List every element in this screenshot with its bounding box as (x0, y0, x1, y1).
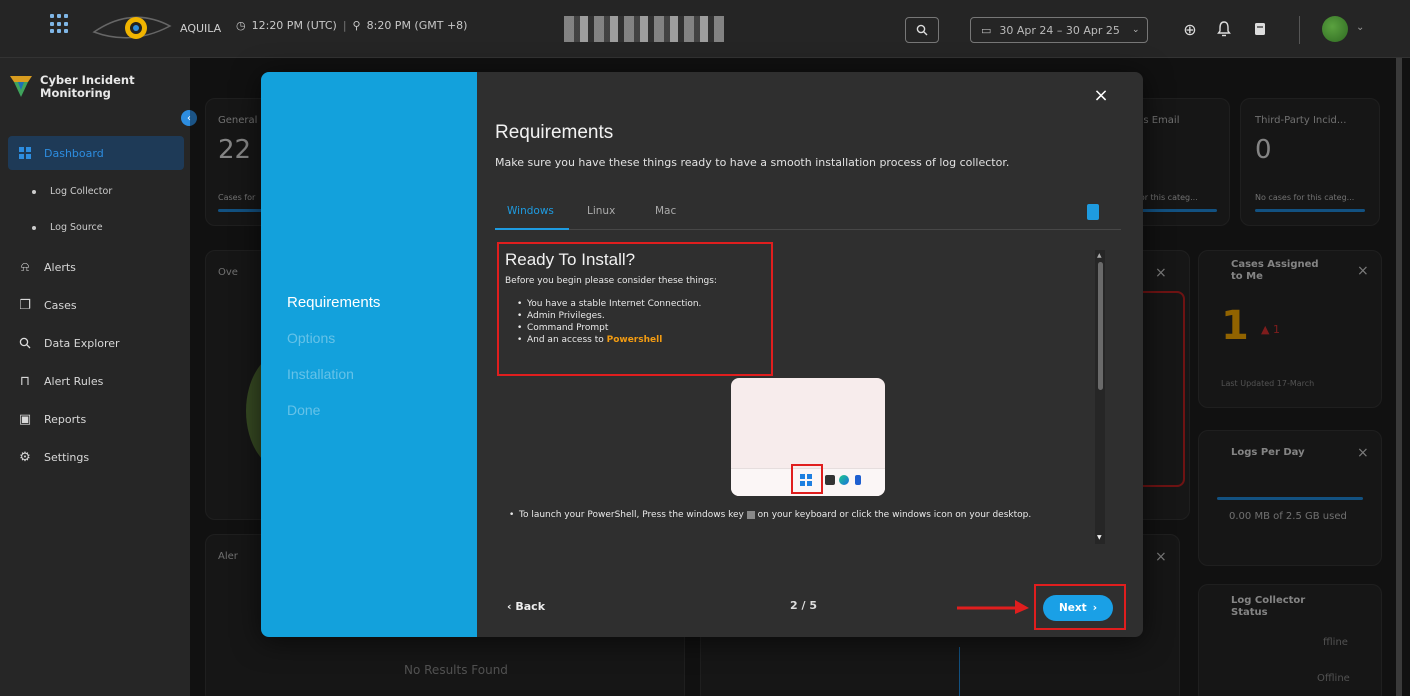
settings-icon: ⚙ (19, 449, 31, 465)
cases-icon: ❐ (19, 297, 31, 313)
tab-mac[interactable]: Mac (655, 205, 676, 217)
notification-bell-icon[interactable] (1214, 19, 1234, 39)
sidebar-item-label: Alerts (44, 260, 76, 274)
next-label: Next (1058, 602, 1087, 614)
wizard-steps-panel: Requirements Options Installation Done (261, 72, 477, 637)
top-bar: AQUILA ◷ 12:20 PM (UTC) | ⚲ 8:20 PM (GMT… (0, 0, 1410, 58)
ready-lead: Before you begin please consider these t… (505, 276, 717, 286)
utc-time: 12:20 PM (UTC) (251, 19, 337, 32)
clock-icon: ◷ (236, 19, 246, 32)
chevron-down-icon: ⌄ (1131, 25, 1140, 35)
location-icon: ⚲ (352, 19, 361, 32)
page-scrollbar[interactable] (1396, 58, 1402, 696)
red-arrow-annotation (957, 600, 1029, 614)
sidebar-item-label: Data Explorer (44, 336, 120, 350)
step-pager: 2 / 5 (790, 599, 817, 612)
sidebar-item-label: Cases (44, 298, 77, 312)
edge-browser-icon (839, 475, 849, 485)
active-tab-indicator (495, 228, 569, 230)
tab-windows[interactable]: Windows (507, 205, 554, 217)
sidebar: Cyber Incident Monitoring ‹ Dashboard Lo… (0, 58, 197, 696)
docs-book-icon[interactable] (1087, 204, 1099, 220)
access-prefix: And an access to (527, 335, 607, 345)
calendar-icon: ▭ (981, 23, 992, 37)
launch-text-part1: To launch your PowerShell, Press the win… (519, 510, 744, 520)
user-avatar[interactable] (1322, 16, 1348, 42)
step-requirements: Requirements (287, 294, 381, 311)
content-scrollbar[interactable]: ▲ ▼ (1095, 250, 1105, 544)
globe-icon[interactable]: ⊕ (1180, 19, 1200, 39)
next-button[interactable]: Next › (1043, 595, 1113, 621)
sidebar-item-label: Settings (44, 450, 90, 464)
installation-wizard-modal: Requirements Options Installation Done ×… (261, 72, 1143, 637)
chevron-down-icon[interactable]: ⌄ (1356, 22, 1364, 33)
tab-linux[interactable]: Linux (587, 205, 615, 217)
modal-subtitle: Make sure you have these things ready to… (495, 156, 1010, 169)
sidebar-item-reports[interactable]: ▣ Reports (8, 402, 184, 436)
list-item: And an access to Powershell (517, 334, 765, 346)
search-icon (916, 24, 928, 36)
dashboard-icon (18, 146, 32, 160)
scroll-down-icon[interactable]: ▼ (1097, 534, 1102, 541)
list-item: You have a stable Internet Connection. (517, 298, 765, 310)
date-range-picker[interactable]: ▭ 30 Apr 24 – 30 Apr 25 ⌄ (970, 17, 1148, 43)
report-icon: ▣ (18, 411, 32, 427)
blurred-org-name (564, 16, 724, 42)
sidebar-item-label: Log Source (50, 222, 103, 233)
eye-logo-icon (92, 16, 172, 39)
windows-start-icon (800, 474, 812, 486)
launch-text-part2: on your keyboard or click the windows ic… (757, 510, 1032, 520)
requirements-content: Ready To Install? Before you begin pleas… (495, 242, 1103, 544)
os-tabs: Windows Linux Mac (495, 200, 1121, 230)
back-label: Back (515, 600, 546, 613)
divider (1299, 16, 1300, 44)
wizard-content-panel: × Requirements Make sure you have these … (477, 72, 1143, 637)
rules-icon: ⊓ (19, 373, 31, 389)
app-logo-icon (10, 76, 32, 97)
app-title-line2: Monitoring (40, 86, 111, 100)
app-title: Cyber Incident Monitoring (40, 74, 135, 100)
bell-icon: ⍾ (20, 259, 30, 275)
step-options: Options (287, 330, 336, 346)
back-button[interactable]: ‹ Back (507, 600, 545, 613)
windows-key-icon (746, 510, 755, 519)
file-explorer-icon (825, 475, 835, 485)
sidebar-item-log-source[interactable]: Log Source (32, 222, 103, 233)
search-icon (18, 336, 32, 350)
local-time: 8:20 PM (GMT +8) (366, 19, 468, 32)
sidebar-item-log-collector[interactable]: Log Collector (32, 186, 112, 197)
search-button[interactable] (905, 17, 939, 43)
book-icon[interactable] (1250, 19, 1270, 39)
ready-to-install-section: Ready To Install? Before you begin pleas… (497, 242, 773, 376)
sidebar-item-label: Log Collector (50, 186, 113, 197)
brand-name: AQUILA (180, 22, 222, 35)
sidebar-item-label: Dashboard (44, 146, 104, 160)
sidebar-item-alerts[interactable]: ⍾ Alerts (8, 250, 184, 284)
sidebar-item-cases[interactable]: ❐ Cases (8, 288, 184, 322)
app-icon (855, 475, 861, 485)
scroll-thumb[interactable] (1098, 262, 1103, 390)
time-display: ◷ 12:20 PM (UTC) | ⚲ 8:20 PM (GMT +8) (236, 19, 468, 32)
sidebar-item-settings[interactable]: ⚙ Settings (8, 440, 184, 474)
step-done: Done (287, 402, 321, 418)
windows-taskbar-screenshot (731, 378, 885, 496)
date-range-value: 30 Apr 24 – 30 Apr 25 (999, 23, 1120, 37)
close-icon[interactable]: × (1091, 86, 1111, 106)
modal-title: Requirements (495, 122, 614, 143)
step-installation: Installation (287, 366, 354, 382)
powershell-link[interactable]: Powershell (607, 335, 663, 345)
sidebar-item-data-explorer[interactable]: Data Explorer (8, 326, 184, 360)
sidebar-item-label: Reports (44, 412, 87, 426)
requirements-list: You have a stable Internet Connection. A… (505, 298, 765, 346)
list-item: Command Prompt (517, 322, 765, 334)
sidebar-item-label: Alert Rules (44, 374, 104, 388)
launch-instructions: To launch your PowerShell, Press the win… (509, 508, 1095, 522)
ready-title: Ready To Install? (505, 250, 636, 269)
apps-grid-icon[interactable] (50, 14, 70, 34)
scroll-up-icon[interactable]: ▲ (1097, 252, 1102, 259)
sidebar-item-alert-rules[interactable]: ⊓ Alert Rules (8, 364, 184, 398)
chevron-right-icon: › (1092, 602, 1098, 614)
sidebar-item-dashboard[interactable]: Dashboard (8, 136, 184, 170)
list-item: Admin Privileges. (517, 310, 765, 322)
